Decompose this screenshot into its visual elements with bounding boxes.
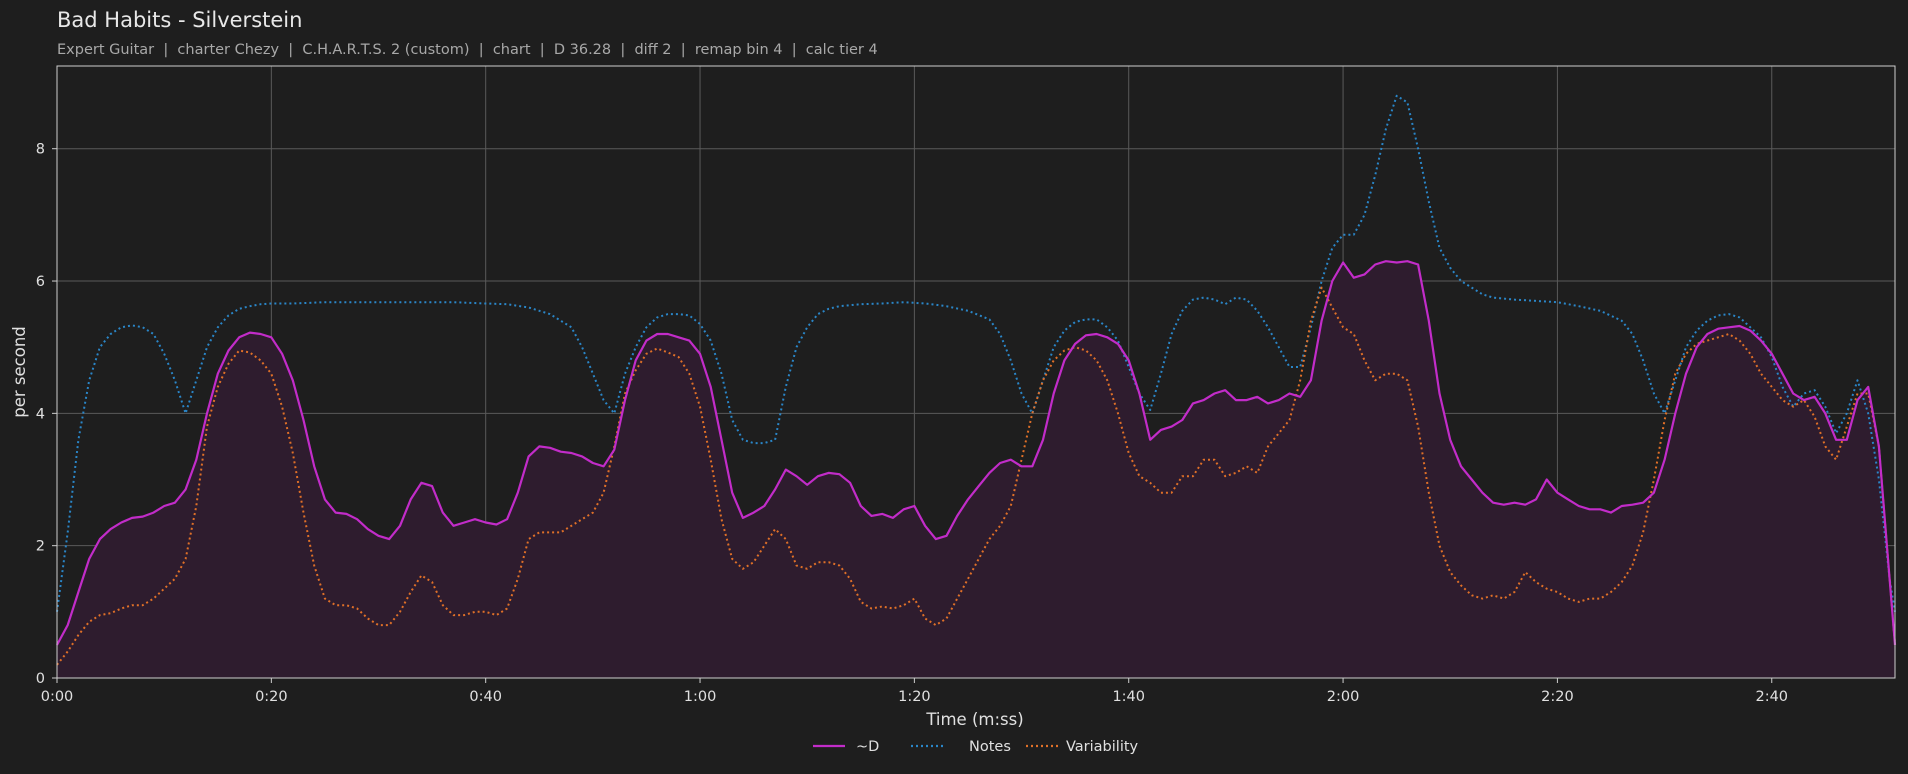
y-tick-label: 6	[36, 274, 45, 290]
y-tick-label: 0	[36, 671, 45, 687]
y-tick-label: 4	[36, 406, 45, 422]
y-tick-label: 8	[36, 142, 45, 158]
x-tick-label: 1:00	[684, 689, 717, 705]
legend-label-variability: Variability	[1066, 739, 1139, 755]
legend-item-notes: Notes	[911, 739, 1011, 755]
x-tick-label: 0:40	[469, 689, 502, 705]
x-tick-label: 1:20	[898, 689, 931, 705]
legend-label-d: ~D	[856, 739, 879, 755]
x-tick-label: 2:20	[1541, 689, 1574, 705]
y-axis-label: per second	[10, 326, 29, 418]
chart: Bad Habits - Silverstein Expert Guitar |…	[10, 8, 1897, 755]
legend: ~D Notes Variability	[813, 739, 1139, 755]
x-tick-label: 0:00	[41, 689, 74, 705]
x-tick-label: 2:40	[1755, 689, 1788, 705]
legend-label-notes: Notes	[969, 739, 1011, 755]
legend-item-d: ~D	[813, 739, 879, 755]
x-tick-label: 2:00	[1327, 689, 1360, 705]
chart-title: Bad Habits - Silverstein	[57, 8, 302, 32]
y-tick-label: 2	[36, 539, 45, 555]
chart-subtitle: Expert Guitar | charter Chezy | C.H.A.R.…	[57, 42, 878, 58]
legend-item-variability: Variability	[1026, 739, 1139, 755]
x-tick-label: 0:20	[255, 689, 288, 705]
area-layer	[57, 261, 1895, 678]
x-axis-label: Time (m:ss)	[925, 710, 1023, 729]
x-axis: 0:00 0:20 0:40 1:00 1:20 1:40 2:00 2:20 2:40	[41, 678, 1788, 705]
x-tick-label: 1:40	[1112, 689, 1145, 705]
y-axis: 0 2 4 6 8	[36, 142, 57, 687]
series-d-area	[57, 261, 1895, 678]
